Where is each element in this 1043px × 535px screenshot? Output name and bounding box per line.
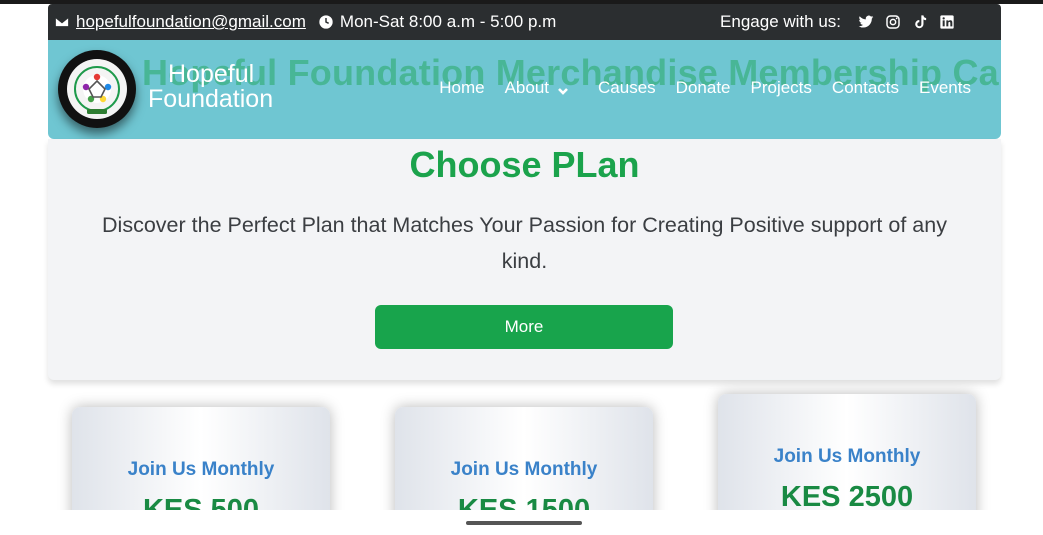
- hours-text: Mon-Sat 8:00 a.m - 5:00 p.m: [339, 12, 557, 31]
- brand-line-2: Foundation: [148, 85, 274, 113]
- nav-about-label: About: [504, 78, 550, 97]
- more-button[interactable]: More: [375, 305, 673, 349]
- chevron-down-icon: [557, 82, 569, 95]
- site-header: Hopeful Foundation Merchandise Membershi…: [48, 40, 1001, 139]
- plan-title: Join Us Monthly: [127, 459, 275, 480]
- linkedin-icon[interactable]: [937, 12, 957, 32]
- nav-projects[interactable]: Projects: [751, 78, 812, 98]
- email-link[interactable]: hopefulfoundation@gmail.com: [76, 12, 306, 32]
- clock-icon: [316, 12, 336, 32]
- nav-home[interactable]: Home: [439, 78, 484, 98]
- nav-events[interactable]: Events: [919, 78, 971, 98]
- instagram-icon[interactable]: [883, 12, 903, 32]
- choose-plan-section: Choose PLan Discover the Perfect Plan th…: [48, 139, 1001, 380]
- business-hours: Mon-Sat 8:00 a.m - 5:00 p.m: [316, 12, 556, 32]
- nav-contacts[interactable]: Contacts: [832, 78, 899, 98]
- nav-donate[interactable]: Donate: [676, 78, 731, 98]
- nav-causes[interactable]: Causes: [598, 78, 656, 98]
- engage-label: Engage with us:: [720, 12, 841, 31]
- section-description: Discover the Perfect Plan that Matches Y…: [102, 213, 947, 273]
- foundation-logo[interactable]: [58, 50, 136, 128]
- tiktok-icon[interactable]: [910, 12, 930, 32]
- nav-about[interactable]: About: [505, 78, 569, 98]
- section-heading: Choose PLan: [409, 144, 640, 185]
- brand-line-1: Hopeful: [168, 60, 255, 88]
- home-indicator[interactable]: [466, 521, 582, 525]
- social-links: Engage with us:: [720, 12, 1001, 32]
- brand-name[interactable]: Hopeful Foundation: [148, 62, 273, 112]
- page: hopefulfoundation@gmail.com Mon-Sat 8:00…: [0, 0, 1043, 535]
- top-info-bar: hopefulfoundation@gmail.com Mon-Sat 8:00…: [48, 4, 1001, 40]
- logo-emblem-icon: [67, 59, 127, 119]
- main-navigation: Home About Causes Donate Projects Contac…: [419, 78, 971, 98]
- plan-title: Join Us Monthly: [773, 446, 921, 467]
- twitter-icon[interactable]: [856, 12, 876, 32]
- contact-info: hopefulfoundation@gmail.com Mon-Sat 8:00…: [48, 12, 556, 32]
- envelope-icon: [52, 12, 72, 32]
- plan-title: Join Us Monthly: [450, 459, 598, 480]
